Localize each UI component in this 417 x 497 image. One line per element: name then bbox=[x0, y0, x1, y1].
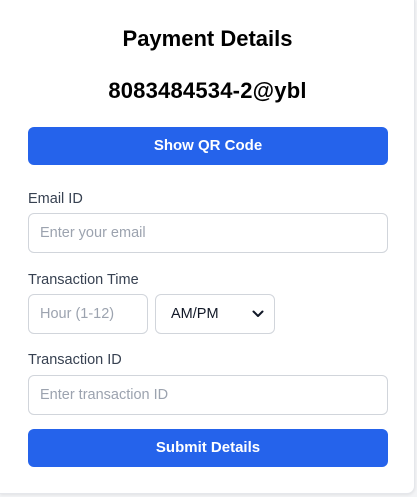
email-field[interactable] bbox=[28, 213, 388, 253]
ampm-select[interactable]: AM/PM bbox=[155, 294, 275, 334]
ampm-select-value: AM/PM bbox=[171, 306, 219, 322]
show-qr-button[interactable]: Show QR Code bbox=[28, 127, 388, 165]
hour-input[interactable] bbox=[28, 294, 148, 334]
chevron-down-icon bbox=[252, 310, 264, 317]
upi-id: 8083484534-2@ybl bbox=[108, 78, 307, 103]
transaction-id-field[interactable] bbox=[28, 375, 388, 415]
payment-card: Payment Details 8083484534-2@ybl Show QR… bbox=[0, 0, 415, 494]
transaction-time-label: Transaction Time bbox=[28, 272, 139, 288]
email-label: Email ID bbox=[28, 191, 83, 207]
page-title: Payment Details bbox=[122, 26, 293, 51]
transaction-id-label: Transaction ID bbox=[28, 352, 122, 368]
submit-button[interactable]: Submit Details bbox=[28, 429, 388, 467]
